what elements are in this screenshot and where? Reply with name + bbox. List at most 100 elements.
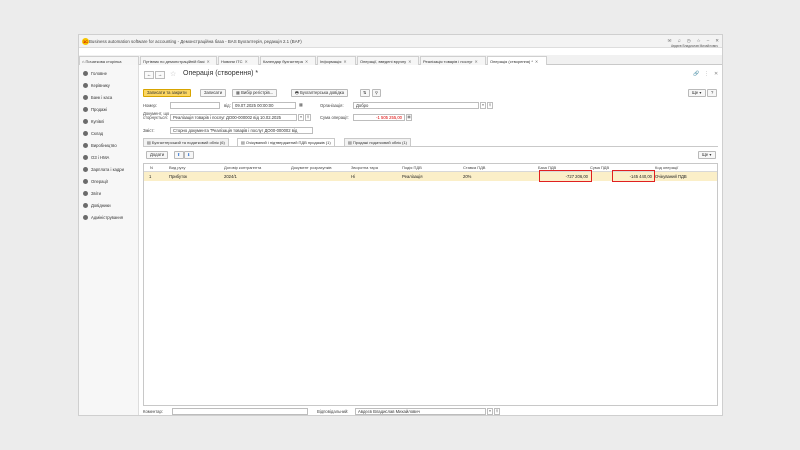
- structure-icon[interactable]: ⇅: [360, 89, 370, 97]
- more-button[interactable]: Ще ▾: [688, 89, 706, 97]
- operations-icon: [83, 178, 88, 184]
- calendar-icon[interactable]: ▦: [299, 102, 303, 107]
- sidebar-item-manager[interactable]: Керівнику: [83, 81, 110, 89]
- responsible-field[interactable]: Авдєєв Владислав Михайлович: [355, 408, 486, 415]
- chevron-down-icon[interactable]: ▾: [487, 408, 493, 415]
- sidebar-item-payroll[interactable]: Зарплата і кадри: [83, 165, 124, 173]
- organization-field[interactable]: Добро: [353, 102, 479, 109]
- more-menu-icon[interactable]: ⋮: [704, 71, 709, 77]
- attach-icon[interactable]: ⚲: [372, 89, 382, 97]
- tab-sales[interactable]: Реалізація товарів і послуг ✕: [420, 56, 486, 65]
- sidebar-item-bank[interactable]: Банк і каса: [83, 93, 112, 101]
- comment-label: Коментар:: [143, 409, 163, 414]
- cell-operation-code[interactable]: Очікуваний ПДВ: [655, 174, 687, 179]
- close-tab-icon[interactable]: ✕: [305, 59, 308, 64]
- date-field[interactable]: 09.07.2025 00:00:00: [232, 102, 296, 109]
- help-button[interactable]: ?: [707, 89, 718, 97]
- open-link-icon[interactable]: ⚲: [487, 102, 493, 109]
- sum-field[interactable]: -1 505 255,00: [353, 114, 405, 121]
- sidebar-item-operations[interactable]: Операції: [83, 177, 108, 185]
- warehouse-icon: [83, 130, 88, 136]
- sidebar-item-warehouse[interactable]: Склад: [83, 129, 103, 137]
- column-header[interactable]: Ставка ПДВ: [463, 165, 485, 170]
- table-more-button[interactable]: Ще ▾: [698, 151, 716, 159]
- close-form-icon[interactable]: ✕: [714, 71, 718, 77]
- column-header[interactable]: N: [150, 165, 153, 170]
- tab-calendar[interactable]: Календар бухгалтера ✕: [260, 56, 316, 65]
- sidebar-item-catalogs[interactable]: Довідники: [83, 201, 111, 209]
- comment-field[interactable]: [172, 408, 308, 415]
- cell-kind[interactable]: Прибуток: [169, 174, 187, 179]
- tab-guide[interactable]: Путівник по демонстраційній базі ✕: [140, 56, 217, 65]
- sidebar-item-purchases[interactable]: Купівлі: [83, 117, 104, 125]
- tab-operation-create[interactable]: Операція (створення) * ✕: [487, 56, 547, 65]
- column-header[interactable]: Документ розрахунків: [291, 165, 332, 170]
- book-icon: [83, 202, 88, 208]
- back-button[interactable]: ←: [144, 71, 154, 79]
- cell-vat-event[interactable]: Реалізація: [402, 174, 423, 179]
- sidebar-item-admin[interactable]: Адміністрування: [83, 213, 123, 221]
- tabs-divider: [143, 146, 718, 147]
- close-tab-icon[interactable]: ✕: [408, 59, 411, 64]
- open-link-icon[interactable]: ⚲: [305, 114, 311, 121]
- sidebar-item-assets[interactable]: ОЗ і НМА: [83, 153, 109, 161]
- reports-icon: [83, 190, 88, 196]
- column-header[interactable]: Подія ПДВ: [402, 165, 422, 170]
- move-down-icon[interactable]: ⬇: [184, 151, 194, 159]
- close-tab-icon[interactable]: ✕: [207, 59, 210, 64]
- sidebar-item-sales[interactable]: Продажі: [83, 105, 107, 113]
- column-header[interactable]: Вид руху: [169, 165, 186, 170]
- move-up-icon[interactable]: ⬆: [174, 151, 184, 159]
- column-header[interactable]: Код операції: [655, 165, 678, 170]
- cell-contract[interactable]: 2024/1: [224, 174, 237, 179]
- tab-info[interactable]: Інформація ✕: [317, 56, 356, 65]
- column-header[interactable]: Договір контрагента: [224, 165, 261, 170]
- form-area: ← → ☆ Операція (створення) * 🔗 ⋮ ✕ Запис…: [140, 65, 722, 415]
- date-label: від:: [224, 103, 231, 108]
- accounting-reference-button[interactable]: 🖶 Бухгалтерська довідка: [291, 89, 349, 97]
- page-title: Операція (створення) *: [183, 70, 259, 77]
- app-window: 1C Business automation software for acco…: [78, 34, 723, 416]
- add-row-button[interactable]: Додати: [146, 151, 169, 159]
- responsible-label: Відповідальний:: [317, 409, 349, 414]
- tab-manual-operations[interactable]: Операції, введені вручну ✕: [357, 56, 419, 65]
- content-field[interactable]: Сторно документа "Реалізація товарів і п…: [170, 127, 313, 134]
- sidebar-item-main[interactable]: Головне: [83, 69, 107, 77]
- base-document-field[interactable]: Реалізація товарів і послуг ДО00-000002 …: [170, 114, 297, 121]
- close-tab-icon[interactable]: ✕: [244, 59, 247, 64]
- column-header[interactable]: Сума ПДВ: [590, 165, 609, 170]
- number-field[interactable]: [170, 102, 220, 109]
- close-tab-icon[interactable]: ✕: [343, 59, 346, 64]
- menu-icon: [83, 70, 88, 76]
- people-icon: [83, 166, 88, 172]
- open-link-icon[interactable]: ⚲: [494, 408, 500, 415]
- column-header[interactable]: Зворотна тара: [351, 165, 378, 170]
- chart-icon: [83, 82, 88, 88]
- tab-accounting[interactable]: ▤ Бухгалтерський та податковий облік (6): [143, 138, 229, 146]
- chevron-down-icon[interactable]: ▾: [480, 102, 486, 109]
- vat-table: N Вид руху Договір контрагента Документ …: [143, 163, 718, 406]
- close-tab-icon[interactable]: ✕: [475, 59, 478, 64]
- save-and-close-button[interactable]: Записати та закрити: [143, 89, 191, 97]
- chevron-down-icon[interactable]: ▾: [298, 114, 304, 121]
- tab-news[interactable]: Новини ITC ✕: [218, 56, 259, 65]
- tab-tax-sales[interactable]: ▤ Продажі податковий облік (1): [344, 138, 411, 146]
- link-icon[interactable]: 🔗: [693, 71, 699, 77]
- sum-label: Сума операції:: [320, 115, 349, 120]
- tab-home[interactable]: ⌂ Початкова сторінка: [79, 56, 139, 65]
- bank-icon: [83, 94, 88, 100]
- sidebar-item-reports[interactable]: Звіти: [83, 189, 101, 197]
- forward-button[interactable]: →: [155, 71, 165, 79]
- cell-returnable-tare[interactable]: Ні: [351, 174, 355, 179]
- tab-vat-sales[interactable]: ▤ Очікуваний і підтверджений ПДВ продажі…: [237, 138, 335, 146]
- close-tab-icon[interactable]: ✕: [535, 59, 538, 64]
- sidebar-item-production[interactable]: Виробництво: [83, 141, 117, 149]
- favorite-star-icon[interactable]: ☆: [170, 71, 176, 79]
- cell-vat-rate[interactable]: 20%: [463, 174, 471, 179]
- calculator-icon[interactable]: ▦: [406, 114, 412, 121]
- select-registers-button[interactable]: ▦ Вибір регістрів...: [232, 89, 278, 97]
- save-button[interactable]: Записати: [200, 89, 227, 97]
- current-user[interactable]: Авдєєв Владислав Михайлович: [671, 44, 718, 48]
- title-bar: 1C Business automation software for acco…: [79, 35, 722, 48]
- assets-icon: [83, 154, 88, 160]
